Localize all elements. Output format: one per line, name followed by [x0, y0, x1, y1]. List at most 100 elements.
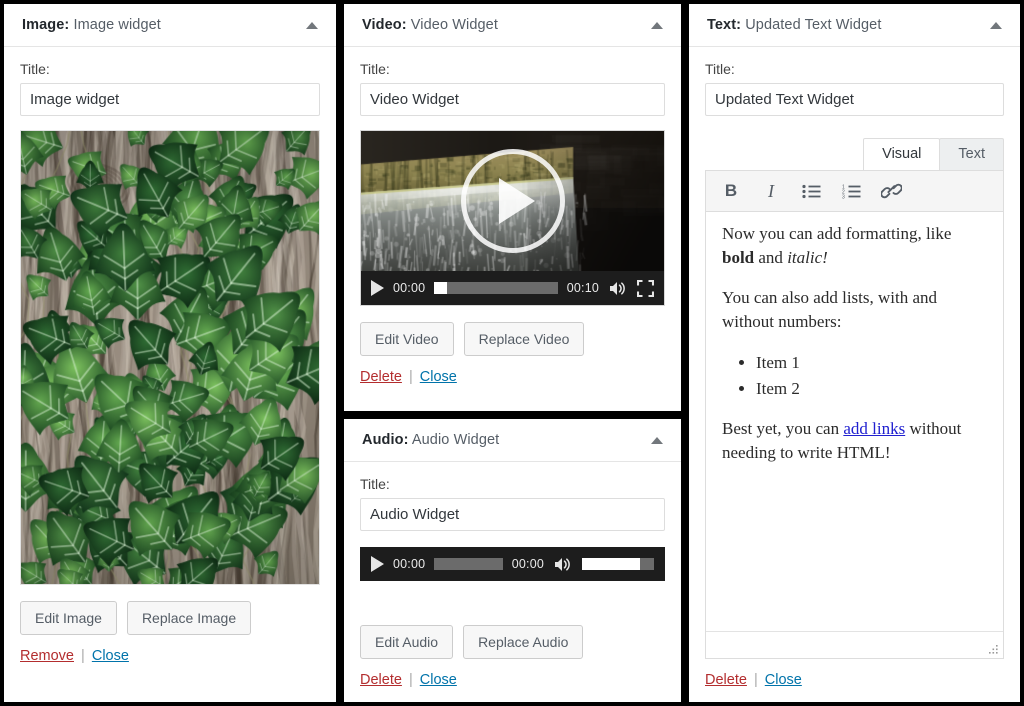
- video-progress-handle[interactable]: [434, 282, 447, 294]
- audio-widget-name-label: Audio Widget: [412, 432, 499, 448]
- video-widget-name-label: Video Widget: [411, 17, 498, 33]
- video-thumbnail: [361, 131, 664, 271]
- video-action-buttons: Edit Video Replace Video: [360, 322, 665, 356]
- editor-toolbar: B I: [706, 171, 1003, 212]
- editor-status-bar: [706, 631, 1003, 658]
- chevron-up-icon[interactable]: [651, 22, 663, 29]
- audio-widget-body: Title: 00:00 00:00: [344, 462, 681, 702]
- video-volume-icon[interactable]: [608, 280, 628, 297]
- edit-audio-button[interactable]: Edit Audio: [360, 625, 453, 659]
- image-title-input[interactable]: [20, 83, 320, 116]
- play-triangle-icon: [499, 178, 535, 224]
- audio-link-row: Delete | Close: [360, 672, 665, 688]
- video-widget-type-label: Video:: [362, 17, 407, 33]
- edit-image-button[interactable]: Edit Image: [20, 601, 117, 635]
- list-item: Item 2: [756, 377, 987, 401]
- image-widget-type-label: Image:: [22, 17, 69, 33]
- video-controls: 00:00 00:10: [361, 271, 664, 305]
- audio-widget-title: Audio: Audio Widget: [362, 432, 499, 448]
- video-play-icon[interactable]: [371, 280, 384, 296]
- video-title-input[interactable]: [360, 83, 665, 116]
- bold-icon[interactable]: B: [718, 178, 744, 204]
- image-widget-panel: Image: Image widget Title: Edit Image Re…: [0, 0, 340, 706]
- numbered-list-icon[interactable]: 1 2 3: [838, 178, 864, 204]
- video-duration: 00:10: [567, 281, 599, 295]
- ivy-photo: [21, 131, 319, 584]
- text-widget-type-label: Text:: [707, 17, 741, 33]
- close-video-link[interactable]: Close: [420, 369, 457, 385]
- audio-volume-fill: [582, 558, 640, 570]
- delete-text-link[interactable]: Delete: [705, 672, 747, 688]
- audio-volume-icon[interactable]: [553, 556, 573, 573]
- audio-body-spacer: [360, 581, 665, 609]
- replace-image-button[interactable]: Replace Image: [127, 601, 251, 635]
- column-text: Text: Updated Text Widget Title: Visual …: [685, 0, 1024, 706]
- close-audio-link[interactable]: Close: [420, 672, 457, 688]
- image-widget-name-label: Image widget: [73, 17, 160, 33]
- audio-current-time: 00:00: [393, 557, 425, 571]
- editor-p3-part-a: Best yet, you can: [722, 419, 843, 438]
- chevron-up-icon[interactable]: [990, 22, 1002, 29]
- text-title-input[interactable]: [705, 83, 1004, 116]
- widgets-screen: Image: Image widget Title: Edit Image Re…: [0, 0, 1024, 706]
- text-link-row: Delete | Close: [705, 672, 1004, 688]
- text-widget-title: Text: Updated Text Widget: [707, 17, 881, 33]
- audio-title-input[interactable]: [360, 498, 665, 531]
- close-image-link[interactable]: Close: [92, 648, 129, 664]
- image-link-separator: |: [78, 648, 88, 664]
- audio-action-buttons: Edit Audio Replace Audio: [360, 625, 665, 659]
- video-widget-panel: Video: Video Widget Title:: [340, 0, 685, 415]
- audio-widget-panel: Audio: Audio Widget Title: 00:00 00:00: [340, 415, 685, 706]
- chevron-up-icon[interactable]: [306, 22, 318, 29]
- editor-bullet-list: Item 1 Item 2: [722, 351, 987, 401]
- delete-audio-link[interactable]: Delete: [360, 672, 402, 688]
- audio-play-icon[interactable]: [371, 556, 384, 572]
- text-title-label: Title:: [705, 61, 1004, 77]
- replace-audio-button[interactable]: Replace Audio: [463, 625, 583, 659]
- tab-text[interactable]: Text: [939, 138, 1004, 170]
- close-text-link[interactable]: Close: [765, 672, 802, 688]
- video-progress-slider[interactable]: [434, 282, 557, 294]
- delete-video-link[interactable]: Delete: [360, 369, 402, 385]
- audio-duration: 00:00: [512, 557, 544, 571]
- link-icon[interactable]: [878, 178, 904, 204]
- add-links-link[interactable]: add links: [843, 419, 905, 438]
- column-image: Image: Image widget Title: Edit Image Re…: [0, 0, 340, 706]
- play-overlay-icon[interactable]: [461, 149, 565, 253]
- editor-paragraph-2: You can also add lists, with and without…: [722, 286, 987, 334]
- audio-volume-slider[interactable]: [582, 558, 654, 570]
- image-action-buttons: Edit Image Replace Image: [20, 601, 320, 635]
- bulleted-list-icon[interactable]: [798, 178, 824, 204]
- image-title-label: Title:: [20, 61, 320, 77]
- video-link-row: Delete | Close: [360, 369, 665, 385]
- editor-paragraph-1: Now you can add formatting, like bold an…: [722, 222, 987, 270]
- video-widget-body: Title: 00:00 00:: [344, 47, 681, 411]
- edit-video-button[interactable]: Edit Video: [360, 322, 454, 356]
- resize-grip-icon[interactable]: [987, 643, 999, 655]
- list-item: Item 1: [756, 351, 987, 375]
- editor-p1-part-a: Now you can add formatting, like: [722, 224, 951, 243]
- video-fullscreen-icon[interactable]: [637, 280, 654, 297]
- audio-widget-header[interactable]: Audio: Audio Widget: [344, 419, 681, 462]
- editor-mode-tabs: Visual Text: [705, 138, 1004, 170]
- image-widget-body: Title: Edit Image Replace Image Remove |…: [4, 47, 336, 702]
- video-title-label: Title:: [360, 61, 665, 77]
- italic-icon[interactable]: I: [758, 178, 784, 204]
- remove-image-link[interactable]: Remove: [20, 648, 74, 664]
- editor-content-area[interactable]: Now you can add formatting, like bold an…: [706, 212, 1003, 631]
- replace-video-button[interactable]: Replace Video: [464, 322, 585, 356]
- audio-link-separator: |: [406, 672, 416, 688]
- video-current-time: 00:00: [393, 281, 425, 295]
- editor-p1-part-b: and: [754, 248, 787, 267]
- tab-visual[interactable]: Visual: [863, 138, 940, 170]
- image-widget-header[interactable]: Image: Image widget: [4, 4, 336, 47]
- video-widget-header[interactable]: Video: Video Widget: [344, 4, 681, 47]
- image-preview[interactable]: [20, 130, 320, 585]
- text-widget-header[interactable]: Text: Updated Text Widget: [689, 4, 1020, 47]
- video-preview[interactable]: 00:00 00:10: [360, 130, 665, 306]
- svg-text:3: 3: [842, 194, 845, 199]
- chevron-up-icon[interactable]: [651, 437, 663, 444]
- text-editor: B I: [705, 170, 1004, 659]
- audio-widget-type-label: Audio:: [362, 432, 409, 448]
- audio-progress-slider[interactable]: [434, 558, 502, 570]
